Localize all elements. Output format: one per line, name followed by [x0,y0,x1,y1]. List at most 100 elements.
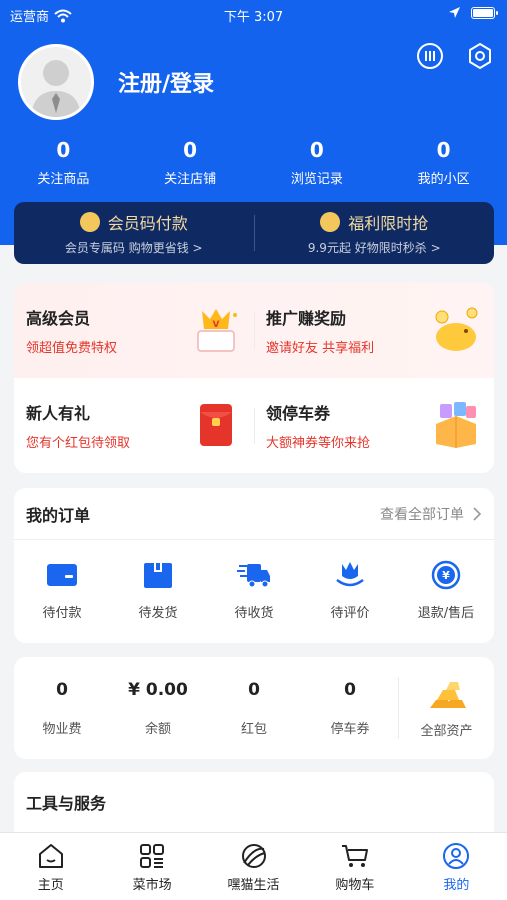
tab-me[interactable]: 我的 [406,833,507,900]
view-all-orders-link[interactable]: 查看全部订单 [380,504,482,524]
stat-followed-goods[interactable]: 0 关注商品 [0,138,127,187]
order-refund-aftersale[interactable]: ¥ 退款/售后 [398,560,494,621]
order-pending-review[interactable]: 待评价 [302,560,398,621]
svg-text:V: V [213,320,220,330]
order-status-label: 待发货 [138,606,178,621]
asset-red-packet[interactable]: 0 红包 [206,680,302,737]
flash-sale[interactable]: 福利限时抢 9.9元起 好物限时秒杀 > [255,210,495,256]
stat-label: 关注商品 [37,172,90,187]
default-avatar-icon [31,60,81,117]
barcode-icon [417,43,443,69]
promo-divider [254,313,255,349]
avatar[interactable] [18,44,94,120]
order-status-label: 待付款 [42,606,82,621]
orders-card: 我的订单 查看全部订单 待付款 待发货 待收货 待评价 ¥ 退款/售后 [14,488,494,643]
login-register-link[interactable]: 注册/登录 [118,66,214,98]
stat-label: 关注店铺 [164,172,217,187]
all-assets-button[interactable]: 全部资产 [399,678,494,739]
promo-row: 高级会员 领超值免费特权 V 推广赚奖励 邀请好友 共享福利 [14,283,494,378]
tab-home[interactable]: 主页 [0,833,101,900]
member-code-pay[interactable]: 会员码付款 会员专属码 购物更省钱 > [14,210,254,256]
asset-label: 余额 [144,721,171,737]
crown-icon [79,212,100,232]
home-icon [38,844,63,868]
member-code-title: 会员码付款 [107,214,188,233]
grid-icon [140,844,165,868]
tab-cart[interactable]: 购物车 [304,833,405,900]
asset-property-fee[interactable]: 0 物业费 [14,680,110,737]
order-pending-payment[interactable]: 待付款 [14,560,110,621]
status-icons [448,6,498,19]
chevron-right-icon [473,506,482,521]
user-icon [443,843,470,869]
asset-label: 停车券 [330,721,370,737]
order-status-label: 退款/售后 [417,606,475,621]
package-icon [144,563,172,588]
tab-label: 菜市场 [132,878,172,893]
scan-button[interactable] [416,42,444,70]
orders-title: 我的订单 [26,505,91,525]
asset-label: 物业费 [42,721,82,737]
flower-icon [336,562,364,587]
location-arrow-icon [449,7,460,18]
assets-card: 0 物业费 ¥ 0.00 余额 0 红包 0 停车券 全部资产 [14,657,494,759]
gear-icon [469,42,491,70]
member-code-title-row: 会员码付款 [79,210,188,234]
tab-label: 我的 [443,878,470,893]
cart-icon [341,845,368,867]
vip-gift-icon: V [197,309,237,352]
promo-grid: 高级会员 领超值免费特权 V 推广赚奖励 邀请好友 共享福利 新人有礼 您有个红… [14,283,494,473]
orders-header: 我的订单 查看全部订单 [14,488,494,540]
stat-label: 浏览记录 [290,172,343,187]
member-code-subtitle: 会员专属码 购物更省钱 > [64,241,203,255]
planet-icon [241,844,266,868]
asset-label: 红包 [240,721,267,737]
promo-parking-coupon[interactable]: 领停车券 大额神券等你来抢 [254,378,494,473]
flash-sale-title: 福利限时抢 [348,214,429,233]
tab-label: 嘿猫生活 [227,878,280,893]
promo-premium-member[interactable]: 高级会员 领超值免费特权 V [14,283,254,378]
refund-icon: ¥ [431,560,461,590]
status-bar: 运营商 下午 3:07 [0,0,507,28]
piggy-bank-icon [435,307,478,351]
promo-newcomer-gift[interactable]: 新人有礼 您有个红包待领取 [14,378,254,473]
tab-heimao-life[interactable]: 嘿猫生活 [203,833,304,900]
tab-label: 主页 [37,878,64,893]
asset-parking-coupon[interactable]: 0 停车券 [302,680,398,737]
bottom-tab-bar: 主页 菜市场 嘿猫生活 购物车 我的 [0,832,507,900]
asset-value: 0 [248,679,260,700]
asset-balance[interactable]: ¥ 0.00 余额 [110,680,206,737]
tab-label: 购物车 [335,878,375,893]
settings-button[interactable] [466,42,494,70]
stat-my-community[interactable]: 0 我的小区 [380,138,507,187]
profile-stats: 0 关注商品 0 关注店铺 0 浏览记录 0 我的小区 [0,138,507,187]
stat-value: 0 [183,138,198,162]
clock: 下午 3:07 [223,10,284,25]
red-envelope-icon [200,404,232,446]
order-pending-shipment[interactable]: 待发货 [110,560,206,621]
member-banner: 会员码付款 会员专属码 购物更省钱 > 福利限时抢 9.9元起 好物限时秒杀 > [14,202,494,264]
order-status-label: 待收货 [234,606,274,621]
order-pending-receipt[interactable]: 待收货 [206,560,302,621]
order-status-list: 待付款 待发货 待收货 待评价 ¥ 退款/售后 [14,540,494,621]
coupon-box-icon [436,402,476,448]
asset-value: ¥ 0.00 [128,679,188,700]
promo-divider [254,408,255,444]
gift-icon [320,212,341,232]
asset-value: 0 [344,679,356,700]
stat-value: 0 [436,138,451,162]
stat-label: 我的小区 [417,172,470,187]
svg-text:¥: ¥ [442,569,450,582]
gold-bars-icon [429,681,466,708]
truck-icon [237,564,270,588]
wallet-icon [47,564,77,586]
tab-market[interactable]: 菜市场 [101,833,202,900]
stat-value: 0 [309,138,324,162]
tools-title: 工具与服务 [26,794,107,813]
stat-followed-shops[interactable]: 0 关注店铺 [127,138,254,187]
flash-sale-subtitle: 9.9元起 好物限时秒杀 > [307,241,441,255]
flash-sale-title-row: 福利限时抢 [320,210,428,234]
battery-icon [471,6,498,19]
promo-referral-reward[interactable]: 推广赚奖励 邀请好友 共享福利 [254,283,494,378]
stat-browse-history[interactable]: 0 浏览记录 [254,138,381,187]
